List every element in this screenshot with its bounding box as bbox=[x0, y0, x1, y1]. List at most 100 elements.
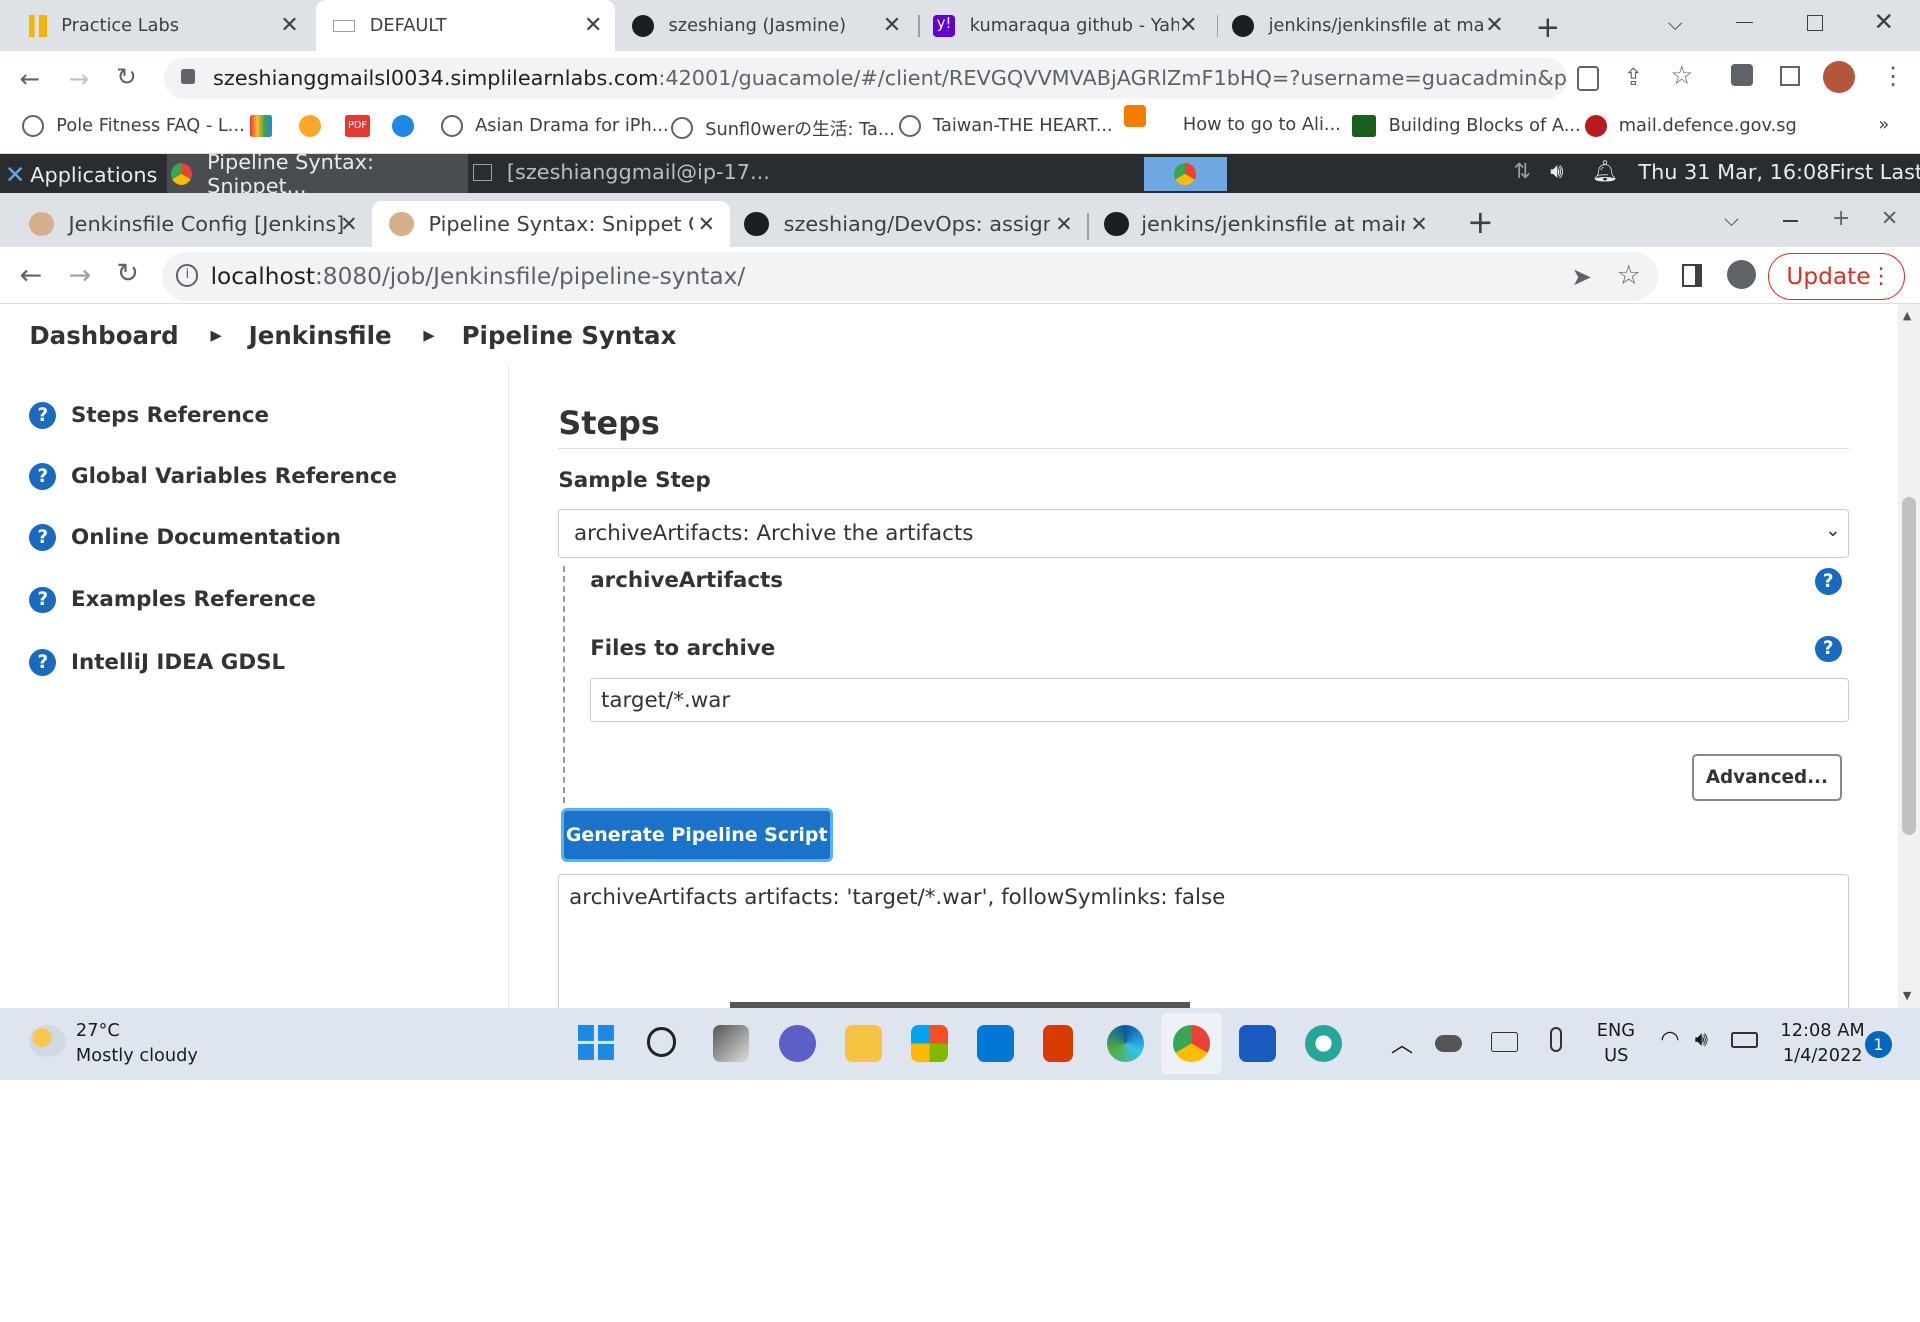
bookmark-pole-fitness[interactable]: Pole Fitness FAQ - L... bbox=[22, 115, 245, 138]
close-icon[interactable]: ✕ bbox=[1485, 13, 1504, 39]
send-icon[interactable]: ➤ bbox=[1571, 262, 1592, 291]
chrome-icon[interactable] bbox=[1173, 1024, 1210, 1062]
pipeline-script-output[interactable]: archiveArtifacts artifacts: 'target/*.wa… bbox=[558, 874, 1849, 1008]
office-icon[interactable] bbox=[1043, 1024, 1073, 1062]
files-to-archive-input[interactable]: target/*.war bbox=[590, 678, 1849, 723]
scroll-up-icon[interactable]: ▲ bbox=[1903, 309, 1911, 322]
share-icon[interactable]: ⇪ bbox=[1624, 64, 1643, 91]
forward-icon[interactable]: → bbox=[69, 260, 92, 291]
outer-address-bar[interactable]: szeshianggmailsl0034.simplilearnlabs.com… bbox=[164, 57, 1568, 100]
edge-icon[interactable] bbox=[1106, 1024, 1144, 1062]
microphone-icon[interactable] bbox=[1550, 1027, 1563, 1052]
weather-desc[interactable]: Mostly cloudy bbox=[76, 1046, 198, 1066]
volume-icon[interactable]: 🔊︎ bbox=[1695, 1027, 1708, 1052]
outer-tab-jenkinsfile[interactable]: jenkins/jenkinsfile at main ✕ bbox=[1231, 0, 1516, 51]
reload-icon[interactable]: ↻ bbox=[116, 62, 137, 91]
language-bottom[interactable]: US bbox=[1604, 1046, 1628, 1066]
vertical-scrollbar-thumb[interactable] bbox=[1901, 497, 1917, 836]
language-top[interactable]: ENG bbox=[1597, 1021, 1635, 1041]
breadcrumb-chevron-icon[interactable]: ▶ bbox=[210, 327, 221, 344]
bookmark-emoji[interactable] bbox=[298, 115, 333, 138]
help-icon[interactable]: ? bbox=[1814, 635, 1842, 663]
breadcrumb-chevron-icon[interactable]: ▶ bbox=[423, 327, 434, 344]
mail-icon[interactable] bbox=[977, 1024, 1014, 1062]
battery-icon[interactable] bbox=[1731, 1032, 1759, 1049]
weather-temp[interactable]: 27°C bbox=[76, 1021, 120, 1041]
remote-tab-pipeline-syntax[interactable]: Pipeline Syntax: Snippet G ✕ bbox=[372, 200, 730, 248]
close-icon[interactable]: ✕ bbox=[692, 212, 716, 237]
workspace-switcher[interactable] bbox=[1143, 156, 1227, 191]
bookmark-building-blocks[interactable]: Building Blocks of A... bbox=[1351, 115, 1581, 138]
generate-pipeline-script-button[interactable]: Generate Pipeline Script bbox=[560, 808, 833, 863]
sidebar-item-intellij-gdsl[interactable]: ? IntelliJ IDEA GDSL bbox=[29, 648, 285, 676]
tab-search-icon[interactable]: ⌵ bbox=[1668, 12, 1683, 35]
restore-icon[interactable] bbox=[1807, 14, 1824, 31]
vertical-scrollbar[interactable]: ▲ ▼ bbox=[1897, 303, 1920, 1008]
onedrive-icon[interactable] bbox=[1435, 1034, 1463, 1052]
bookmark-blogger[interactable] bbox=[1124, 105, 1158, 128]
sidebar-item-global-variables[interactable]: ? Global Variables Reference bbox=[29, 462, 397, 490]
start-icon[interactable] bbox=[577, 1024, 615, 1062]
wifi-icon[interactable]: ◠ bbox=[1660, 1027, 1679, 1052]
outer-tab-yahoo[interactable]: y! kumaraqua github - Yaho ✕ bbox=[933, 0, 1210, 51]
info-icon[interactable]: i bbox=[176, 264, 199, 287]
remote-address-bar[interactable]: i localhost:8080/job/Jenkinsfile/pipelin… bbox=[161, 252, 1658, 302]
help-icon[interactable]: ? bbox=[1814, 568, 1842, 596]
tab-search-icon[interactable]: ⌵ bbox=[1724, 208, 1739, 231]
scroll-down-icon[interactable]: ▼ bbox=[1903, 989, 1911, 1002]
remote-tab-devops[interactable]: szeshiang/DevOps: assignr ✕ bbox=[744, 201, 1080, 248]
bookmark-colorful[interactable] bbox=[249, 115, 284, 138]
app-icon[interactable] bbox=[1305, 1024, 1343, 1062]
bookmark-bird[interactable] bbox=[391, 115, 426, 138]
reload-icon[interactable]: ↻ bbox=[116, 258, 139, 289]
clock-date[interactable]: 1/4/2022 bbox=[1783, 1046, 1863, 1066]
clipboard-icon[interactable] bbox=[1577, 66, 1600, 91]
search-icon[interactable] bbox=[646, 1027, 676, 1057]
bookmark-taiwan[interactable]: Taiwan-THE HEART... bbox=[898, 115, 1113, 138]
close-icon[interactable]: ✕ bbox=[1405, 212, 1428, 237]
extensions-icon[interactable] bbox=[1731, 63, 1754, 86]
back-icon[interactable]: ← bbox=[20, 260, 43, 291]
network-icon[interactable]: ⇅ bbox=[1513, 159, 1530, 183]
side-panel-icon[interactable] bbox=[1780, 66, 1800, 86]
close-icon[interactable]: ✕ bbox=[340, 212, 357, 236]
panel-clock[interactable]: Thu 31 Mar, 16:08 bbox=[1638, 160, 1829, 184]
remote-tab-jenkinsfile-config[interactable]: Jenkinsfile Config [Jenkins] ✕ bbox=[22, 201, 372, 248]
bookmark-sunfl0wer[interactable]: Sunfl0werの生活: Ta... bbox=[671, 115, 895, 141]
sidebar-item-steps-reference[interactable]: ? Steps Reference bbox=[29, 401, 269, 429]
outer-tab-practice-labs[interactable]: Practice Labs ✕ bbox=[29, 0, 311, 51]
bookmark-star-icon[interactable]: ☆ bbox=[1617, 260, 1641, 291]
maximize-icon[interactable]: + bbox=[1832, 206, 1850, 231]
back-icon[interactable]: ← bbox=[20, 64, 41, 93]
panel-user[interactable]: First Last bbox=[1829, 160, 1920, 184]
volume-icon[interactable]: 🔊︎ bbox=[1550, 159, 1563, 184]
close-icon[interactable]: ✕ bbox=[883, 13, 901, 38]
forward-icon[interactable]: → bbox=[69, 64, 90, 93]
store-icon[interactable] bbox=[911, 1024, 948, 1062]
new-tab-button[interactable]: + bbox=[1536, 10, 1561, 44]
outer-tab-github-szeshiang[interactable]: szeshiang (Jasmine) ✕ bbox=[631, 0, 914, 51]
notification-badge[interactable]: 1 bbox=[1864, 1031, 1892, 1058]
close-icon[interactable]: ✕ bbox=[1050, 212, 1073, 237]
sample-step-select[interactable]: archiveArtifacts: Archive the artifacts … bbox=[558, 509, 1849, 559]
keyboard-icon[interactable] bbox=[1491, 1032, 1519, 1052]
new-tab-button[interactable]: + bbox=[1467, 203, 1494, 241]
profile-avatar[interactable] bbox=[1823, 61, 1856, 94]
taskbar-window-terminal[interactable]: [szeshianggmail@ip-17... bbox=[472, 160, 770, 184]
bookmark-how-to-go[interactable]: How to go to Ali... bbox=[1183, 115, 1341, 135]
outer-tab-default[interactable]: DEFAULT ✕ bbox=[315, 0, 615, 52]
task-view-icon[interactable] bbox=[712, 1024, 750, 1062]
minimize-icon[interactable] bbox=[1782, 220, 1798, 222]
breadcrumb-dashboard[interactable]: Dashboard bbox=[29, 321, 178, 350]
breadcrumb-jenkinsfile[interactable]: Jenkinsfile bbox=[249, 321, 392, 350]
advanced-button[interactable]: Advanced... bbox=[1692, 754, 1842, 801]
bookmark-mail-defence[interactable]: mail.defence.gov.sg bbox=[1584, 115, 1797, 138]
side-panel-icon[interactable] bbox=[1682, 264, 1703, 287]
chat-icon[interactable] bbox=[778, 1024, 816, 1062]
bookmark-asian-drama[interactable]: Asian Drama for iPh... bbox=[440, 115, 669, 138]
minimize-icon[interactable] bbox=[1736, 22, 1754, 24]
close-icon[interactable]: ✕ bbox=[584, 13, 602, 38]
bookmark-pdf[interactable]: PDF bbox=[345, 115, 382, 138]
more-menu-icon[interactable]: ⋮ bbox=[1881, 61, 1905, 90]
file-explorer-icon[interactable] bbox=[844, 1024, 882, 1062]
